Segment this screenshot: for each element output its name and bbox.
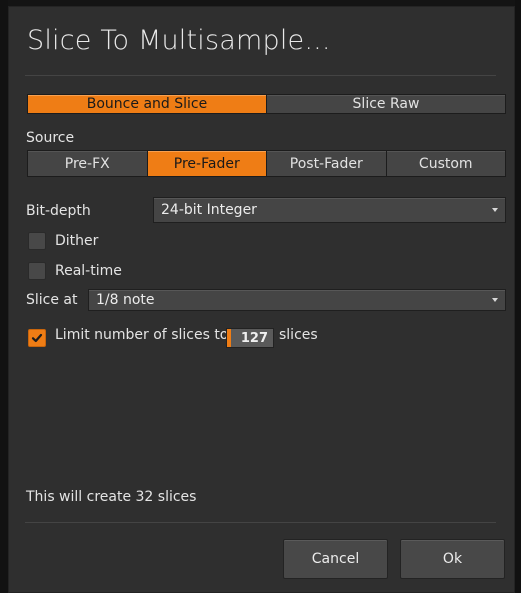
dialog-title: Slice To Multisample... — [27, 25, 331, 56]
source-selector: Pre-FX Pre-Fader Post-Fader Custom — [27, 150, 506, 177]
title-divider — [25, 75, 496, 76]
checkmark-icon — [31, 333, 43, 343]
cancel-button[interactable]: Cancel — [283, 539, 388, 579]
bit-depth-value: 24-bit Integer — [161, 202, 257, 218]
slice-limit-input[interactable]: 127 — [226, 328, 274, 348]
source-label: Source — [26, 130, 75, 146]
dither-checkbox[interactable] — [28, 232, 46, 250]
slice-count-info: This will create 32 slices — [26, 489, 197, 505]
limit-slices-label: Limit number of slices to — [55, 327, 229, 343]
mode-selector: Bounce and Slice Slice Raw — [27, 94, 506, 114]
source-pre-fx-button[interactable]: Pre-FX — [28, 151, 147, 176]
limit-slices-checkbox[interactable] — [28, 329, 46, 347]
bit-depth-select[interactable]: 24-bit Integer — [153, 197, 506, 223]
chevron-down-icon — [492, 298, 498, 302]
source-post-fader-button[interactable]: Post-Fader — [267, 151, 386, 176]
slice-limit-value: 127 — [240, 330, 268, 346]
slice-at-value: 1/8 note — [96, 292, 155, 308]
bit-depth-label: Bit-depth — [26, 203, 91, 219]
chevron-down-icon — [492, 208, 498, 212]
mode-bounce-and-slice-button[interactable]: Bounce and Slice — [28, 95, 266, 113]
slice-limit-value-bar — [227, 329, 231, 347]
ok-button[interactable]: Ok — [400, 539, 505, 579]
real-time-checkbox[interactable] — [28, 262, 46, 280]
source-custom-button[interactable]: Custom — [386, 151, 505, 176]
real-time-label: Real-time — [55, 263, 122, 279]
backdrop-edge-right — [515, 0, 521, 593]
mode-slice-raw-button[interactable]: Slice Raw — [267, 95, 505, 113]
slice-to-multisample-dialog: Slice To Multisample... Bounce and Slice… — [8, 6, 515, 593]
backdrop-edge-left — [0, 0, 8, 593]
slice-at-select[interactable]: 1/8 note — [88, 289, 506, 311]
footer-divider — [25, 522, 496, 523]
slice-at-label: Slice at — [26, 292, 78, 308]
limit-slices-suffix: slices — [279, 327, 318, 343]
source-pre-fader-button[interactable]: Pre-Fader — [147, 151, 266, 176]
dither-label: Dither — [55, 233, 99, 249]
